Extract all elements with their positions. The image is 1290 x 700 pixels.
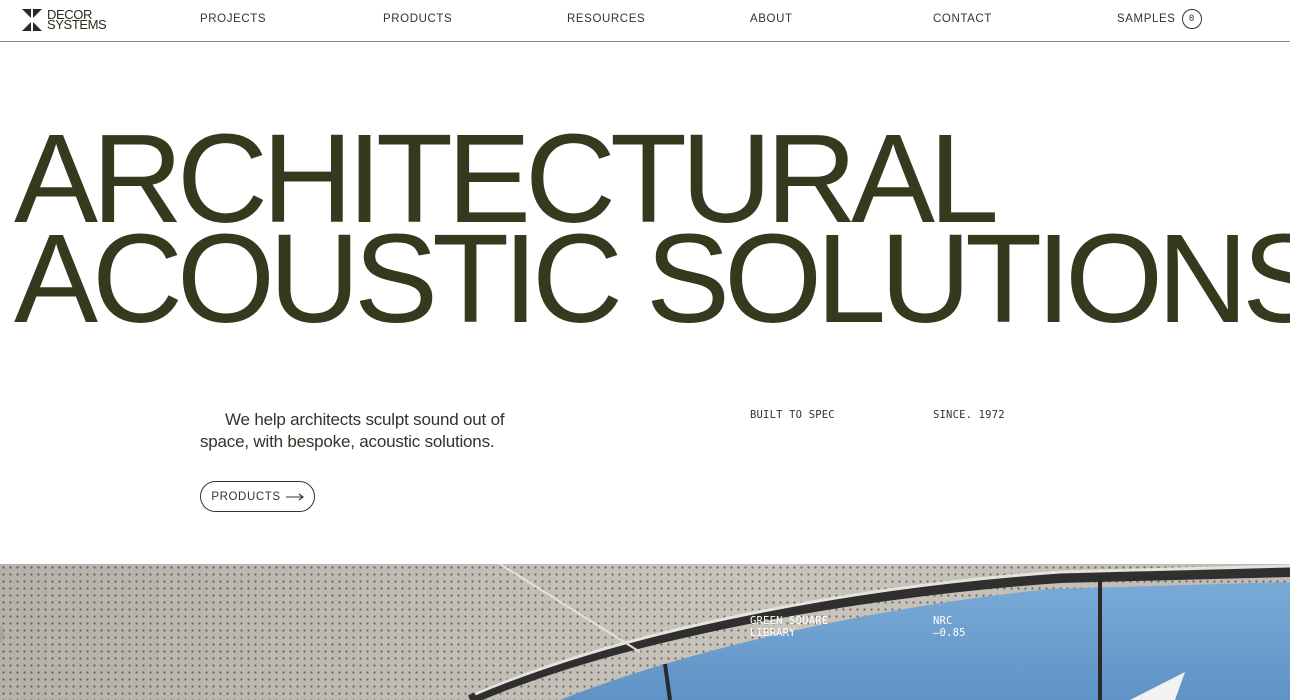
products-button[interactable]: PRODUCTS xyxy=(200,481,315,512)
nav-contact[interactable]: CONTACT xyxy=(933,13,992,25)
feature-project-image[interactable]: GREEN SQUARE LIBRARY NRC —0.85 xyxy=(0,564,1290,700)
nrc-value: —0.85 xyxy=(933,627,966,639)
logo-mark-icon xyxy=(22,9,42,31)
top-nav: DECOR SYSTEMS PROJECTS PRODUCTS RESOURCE… xyxy=(0,0,1290,42)
nav-about[interactable]: ABOUT xyxy=(750,13,793,25)
logo-line-2: SYSTEMS xyxy=(47,17,107,32)
nav-projects[interactable]: PROJECTS xyxy=(200,13,266,25)
feature-nrc-metric: NRC —0.85 xyxy=(933,615,966,639)
samples-button[interactable]: SAMPLES 0 xyxy=(1117,9,1202,29)
hero-intro-text: We help architects sculpt sound out of s… xyxy=(200,410,505,451)
hero-title-line-2: ACOUSTIC SOLUTIONS xyxy=(14,208,1290,349)
logo-text: DECOR SYSTEMS xyxy=(47,8,107,32)
feature-project-name: GREEN SQUARE LIBRARY xyxy=(750,615,829,639)
nrc-label: NRC xyxy=(933,615,953,627)
logo[interactable]: DECOR SYSTEMS xyxy=(22,8,107,32)
samples-count-badge: 0 xyxy=(1181,9,1202,29)
nav-resources[interactable]: RESOURCES xyxy=(567,13,645,25)
products-button-label: PRODUCTS xyxy=(211,490,281,503)
nav-products[interactable]: PRODUCTS xyxy=(383,13,452,25)
tag-built-to-spec: BUILT TO SPEC xyxy=(750,409,835,421)
library-ceiling-illustration xyxy=(0,564,1290,700)
tag-since-year: SINCE. 1972 xyxy=(933,409,1005,421)
samples-label: SAMPLES xyxy=(1117,13,1176,25)
arrow-right-icon xyxy=(285,493,304,500)
